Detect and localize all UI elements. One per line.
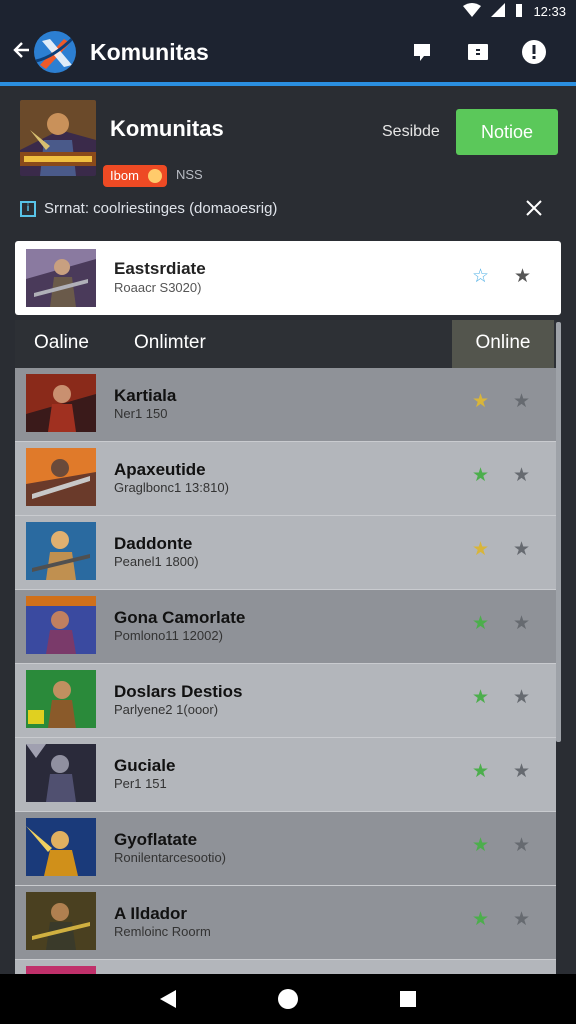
star-icon[interactable]: ★	[472, 910, 489, 930]
list-item[interactable]: Kartiala Ner1 150 ★ ★	[15, 368, 556, 442]
chat-bubble-icon[interactable]	[408, 38, 436, 66]
list-item-thumbnail	[26, 522, 96, 580]
star-icon[interactable]: ★	[472, 688, 489, 708]
status-time: 12:33	[533, 3, 566, 19]
list-item-thumbnail	[26, 448, 96, 506]
star-icon[interactable]: ★	[472, 836, 489, 856]
star-icon[interactable]: ★	[472, 762, 489, 782]
hint-text: Srrnat: coolriestinges (domaoesrig)	[44, 200, 278, 217]
list-item-meta: Ronilentarcesootio)	[114, 850, 227, 865]
list-item-thumbnail	[26, 744, 96, 802]
system-nav-bar	[0, 974, 576, 1024]
star-icon[interactable]: ★	[513, 836, 530, 856]
app-title: Komunitas	[90, 38, 209, 65]
list-item-thumbnail	[26, 670, 96, 728]
list-item[interactable]: Daddonte Peanel1 1800) ★ ★	[15, 516, 556, 590]
star-icon[interactable]: ★	[513, 466, 530, 486]
community-thumbnail	[20, 100, 96, 176]
star-outline-icon[interactable]: ☆	[472, 267, 489, 287]
app-logo	[34, 31, 76, 73]
status-bar: 12:33	[0, 0, 576, 22]
status-badge[interactable]: Ibom	[103, 165, 167, 187]
star-icon[interactable]: ★	[513, 614, 530, 634]
toggle-dot-icon	[147, 169, 162, 183]
list-item[interactable]: Doslars Destios Parlyene2 1(ooor) ★ ★	[15, 664, 556, 738]
app-bar: Komunitas	[0, 22, 576, 82]
scrollbar[interactable]	[556, 322, 561, 742]
community-list: Kartiala Ner1 150 ★ ★ Apaxeutide Graglbo…	[15, 368, 556, 974]
message-icon[interactable]	[464, 38, 492, 66]
list-item-name: Gona Camorlate	[114, 608, 246, 627]
community-subtitle[interactable]: Sesibde	[382, 123, 440, 141]
nav-back-icon[interactable]	[155, 986, 181, 1012]
list-item[interactable]: Apaxeutide Graglbonc1 13:810) ★ ★	[15, 442, 556, 516]
tab-oaline[interactable]: Oaline	[34, 320, 89, 368]
list-item-name: Guciale	[114, 756, 176, 775]
featured-meta: Roaacr S3020)	[114, 280, 202, 295]
list-item-thumbnail	[26, 966, 96, 974]
star-icon[interactable]: ★	[513, 392, 530, 412]
list-item[interactable]: Guciale Per1 151 ★ ★	[15, 738, 556, 812]
signal-icon	[491, 3, 506, 19]
featured-thumbnail	[26, 249, 96, 307]
star-icon[interactable]: ★	[513, 910, 530, 930]
list-item-thumbnail	[26, 596, 96, 654]
community-header: Komunitas Sesibde Notioe Ibom NSS i Srrn…	[0, 86, 576, 236]
wifi-icon	[463, 3, 482, 19]
nav-recents-icon[interactable]	[395, 986, 421, 1012]
list-item-name: Daddonte	[114, 534, 193, 553]
hint-icon: i	[20, 201, 36, 217]
list-item-meta: Remloinc Roorm	[114, 924, 211, 939]
battery-icon	[515, 3, 523, 19]
star-icon[interactable]: ★	[514, 267, 531, 287]
info-icon[interactable]	[520, 38, 548, 66]
community-title: Komunitas	[110, 116, 224, 141]
list-item-meta: Parlyene2 1(ooor)	[114, 702, 219, 717]
list-item-name: A Ildador	[114, 904, 188, 923]
star-icon[interactable]: ★	[472, 392, 489, 412]
list-item-thumbnail	[26, 892, 96, 950]
list-item-thumbnail	[26, 818, 96, 876]
list-item[interactable]: Gyoflatate Ronilentarcesootio) ★ ★	[15, 812, 556, 886]
featured-name: Eastsrdiate	[114, 259, 206, 278]
badge-label: Ibom	[110, 168, 139, 183]
badge-meta: NSS	[176, 167, 203, 182]
list-item-meta: Per1 151	[114, 776, 167, 791]
star-icon[interactable]: ★	[513, 762, 530, 782]
star-icon[interactable]: ★	[513, 540, 530, 560]
list-item-name: Gyoflatate	[114, 830, 198, 849]
list-item[interactable]	[15, 960, 556, 974]
list-item-name: Apaxeutide	[114, 460, 206, 479]
list-item-name: Doslars Destios	[114, 682, 243, 701]
list-item[interactable]: Gona Camorlate Pomlono11 12002) ★ ★	[15, 590, 556, 664]
tab-online[interactable]: Online	[452, 320, 554, 368]
tab-onlimter[interactable]: Onlimter	[134, 320, 206, 368]
list-item[interactable]: A Ildador Remloinc Roorm ★ ★	[15, 886, 556, 960]
star-icon[interactable]: ★	[472, 540, 489, 560]
star-icon[interactable]: ★	[472, 466, 489, 486]
list-item-meta: Graglbonc1 13:810)	[114, 480, 229, 495]
notice-button[interactable]: Notioe	[456, 109, 558, 155]
list-item-meta: Pomlono11 12002)	[114, 628, 223, 643]
tab-bar: Oaline Onlimter Online	[15, 320, 556, 368]
back-arrow-icon[interactable]	[12, 38, 32, 66]
nav-home-icon[interactable]	[275, 986, 301, 1012]
close-icon[interactable]	[526, 196, 542, 222]
list-item-meta: Ner1 150	[114, 406, 168, 421]
star-icon[interactable]: ★	[513, 688, 530, 708]
list-item-meta: Peanel1 1800)	[114, 554, 199, 569]
list-item-name: Kartiala	[114, 386, 177, 405]
list-item-thumbnail	[26, 374, 96, 432]
star-icon[interactable]: ★	[472, 614, 489, 634]
featured-card[interactable]: Eastsrdiate Roaacr S3020) ☆ ★	[15, 241, 561, 315]
